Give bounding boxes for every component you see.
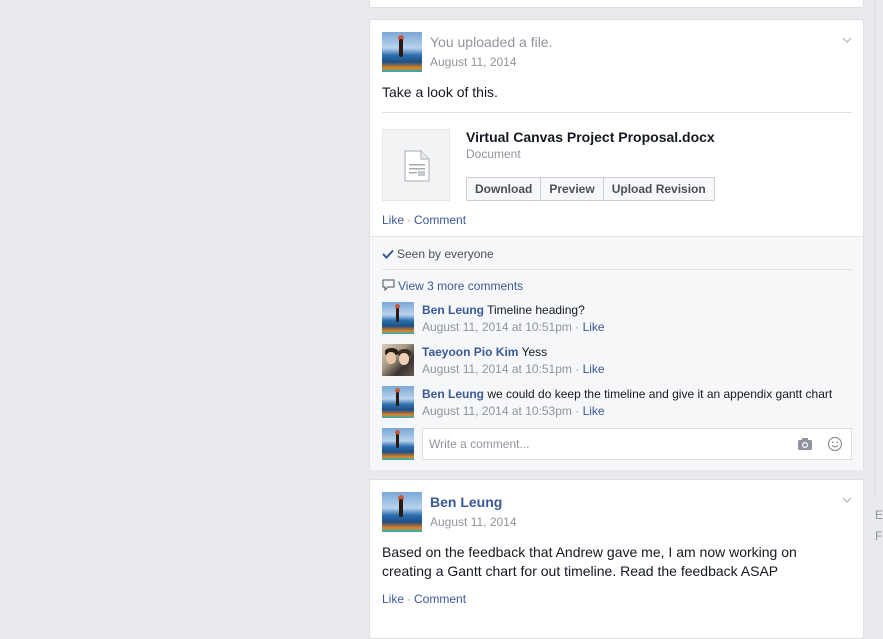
author-avatar[interactable] (382, 492, 422, 532)
chevron-down-icon[interactable] (842, 495, 852, 505)
post-author[interactable]: Ben Leung (430, 494, 502, 510)
post-date[interactable]: August 11, 2014 (430, 55, 517, 69)
document-thumbnail[interactable] (382, 129, 450, 201)
comment-time[interactable]: August 11, 2014 at 10:53pm (422, 404, 572, 418)
comment-link[interactable]: Comment (414, 213, 466, 227)
like-link[interactable]: Like (382, 213, 404, 227)
comment-time[interactable]: August 11, 2014 at 10:51pm (422, 320, 572, 334)
comment-like-link[interactable]: Like (583, 404, 605, 418)
commenter-avatar[interactable] (382, 386, 414, 418)
right-column-edge (874, 0, 883, 497)
comment-body: Ben Leung we could do keep the timeline … (422, 386, 832, 402)
post-date[interactable]: August 11, 2014 (430, 515, 517, 529)
view-more-comments[interactable]: View 3 more comments (382, 279, 523, 293)
comment-bubble-icon (382, 279, 395, 292)
comment-meta: August 11, 2014 at 10:51pm · Like (422, 320, 605, 334)
attachment-actions: Download Preview Upload Revision (466, 177, 715, 201)
chevron-down-icon[interactable] (842, 35, 852, 45)
document-icon (404, 150, 430, 182)
comment-composer (422, 428, 852, 460)
post-text: Take a look of this. (382, 84, 498, 100)
previous-post-card (369, 0, 864, 8)
commenter-name[interactable]: Ben Leung (422, 303, 484, 317)
current-user-avatar[interactable] (382, 428, 414, 460)
post-text-line-1: Based on the feedback that Andrew gave m… (382, 544, 797, 560)
comment-meta: August 11, 2014 at 10:51pm · Like (422, 362, 605, 376)
comment-text: we could do keep the timeline and give i… (487, 387, 833, 401)
attachment-type: Document (466, 147, 521, 161)
post-actions: Like · Comment (382, 213, 466, 227)
divider (382, 112, 852, 113)
post-actions: Like · Comment (382, 592, 466, 606)
smiley-icon[interactable] (827, 436, 843, 452)
comment-item: Ben Leung we could do keep the timeline … (382, 386, 852, 420)
comment-item: Taeyoon Pio Kim Yess August 11, 2014 at … (382, 344, 852, 378)
comment-input[interactable] (423, 429, 795, 459)
commenter-name[interactable]: Ben Leung (422, 387, 484, 401)
like-link[interactable]: Like (382, 592, 404, 606)
comment-text: Timeline heading? (487, 303, 585, 317)
commenter-name[interactable]: Taeyoon Pio Kim (422, 345, 518, 359)
comment-like-link[interactable]: Like (583, 320, 605, 334)
comments-area: Seen by everyone View 3 more comments Be… (370, 236, 863, 470)
camera-icon[interactable] (797, 437, 813, 451)
seen-text: Seen by everyone (397, 247, 494, 261)
seen-indicator: Seen by everyone (382, 247, 494, 261)
action-separator: · (407, 213, 412, 227)
view-more-comments-label[interactable]: View 3 more comments (398, 279, 523, 293)
comment-meta: August 11, 2014 at 10:53pm · Like (422, 404, 605, 418)
comment-body: Ben Leung Timeline heading? (422, 302, 585, 318)
right-column-text: E (875, 508, 883, 522)
author-avatar[interactable] (382, 32, 422, 72)
right-column-text: F (875, 529, 883, 543)
divider (382, 269, 852, 270)
checkmark-icon (382, 249, 394, 259)
upload-revision-button[interactable]: Upload Revision (604, 178, 714, 200)
post-file-upload: You uploaded a file. August 11, 2014 Tak… (369, 19, 864, 470)
preview-button[interactable]: Preview (541, 178, 604, 200)
comment-link[interactable]: Comment (414, 592, 466, 606)
post-headline: You uploaded a file. (430, 34, 553, 50)
post-status: Ben Leung August 11, 2014 Based on the f… (369, 479, 864, 639)
comment-text: Yess (521, 345, 548, 359)
download-button[interactable]: Download (467, 178, 542, 200)
post-text-line-2: creating a Gantt chart for out timeline.… (382, 563, 779, 579)
commenter-avatar[interactable] (382, 344, 414, 376)
action-separator: · (407, 592, 412, 606)
comment-body: Taeyoon Pio Kim Yess (422, 344, 547, 360)
commenter-avatar[interactable] (382, 302, 414, 334)
comment-like-link[interactable]: Like (583, 362, 605, 376)
comment-time[interactable]: August 11, 2014 at 10:51pm (422, 362, 572, 376)
attachment-name[interactable]: Virtual Canvas Project Proposal.docx (466, 129, 715, 145)
comment-item: Ben Leung Timeline heading? August 11, 2… (382, 302, 852, 336)
